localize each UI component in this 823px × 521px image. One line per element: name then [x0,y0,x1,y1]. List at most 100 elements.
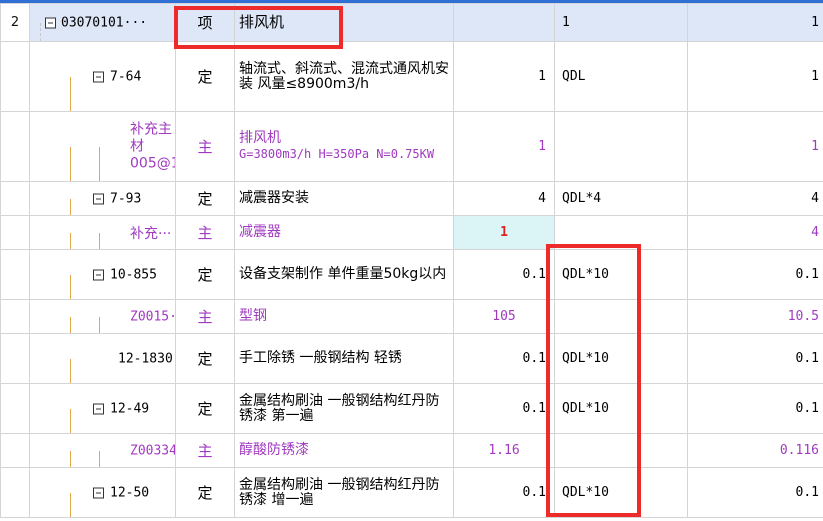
name-cell[interactable]: 手工除锈 一般钢结构 轻锈 [234,333,454,384]
type-cell: 主 [175,215,235,250]
collapse-icon[interactable] [93,487,104,498]
table-row[interactable]: 7-93 定 减震器安装 4 QDL*4 4 [0,181,823,216]
unit-cell[interactable] [554,215,688,250]
code-cell[interactable]: 7-93 [29,181,176,216]
name-cell[interactable]: 减震器 [234,215,454,250]
qty-cell[interactable]: 1 [453,41,555,112]
row-number [0,249,30,300]
table-row[interactable]: 12-50 定 金属结构刷油 一般钢结构红丹防锈漆 增一遍 0.1 QDL*10… [0,467,823,518]
type-cell: 项 [175,3,235,42]
name-cell[interactable]: 排风机 G=3800m3/h H=350Pa N=0.75KW [234,111,454,182]
row-number [0,383,30,434]
qty-cell[interactable]: 1 [453,111,555,182]
total-cell: 0.1 [687,383,823,434]
unit-cell[interactable]: 1 [554,3,688,42]
row-number [0,181,30,216]
name-cell[interactable]: 设备支架制作 单件重量50kg以内 [234,249,454,300]
unit-cell[interactable]: QDL*4 [554,181,688,216]
name-cell[interactable]: 醇酸防锈漆 [234,433,454,468]
code-text: 7-64 [110,69,142,84]
code-cell[interactable]: 12-49 [29,383,176,434]
qty-cell[interactable]: 1 [453,215,555,250]
table-row[interactable]: 12-1830 定 手工除锈 一般钢结构 轻锈 0.1 QDL*10 0.1 [0,333,823,384]
code-cell[interactable]: 补充··· [29,215,176,250]
total-cell: 0.1 [687,333,823,384]
name-cell[interactable]: 金属结构刷油 一般钢结构红丹防锈漆 第一遍 [234,383,454,434]
qty-cell[interactable]: 0.1 [453,249,555,300]
type-cell: 主 [175,111,235,182]
material-name: 排风机 [239,130,281,146]
qty-cell[interactable]: 0.1 [453,333,555,384]
code-cell[interactable]: 12-50 [29,467,176,518]
unit-cell[interactable] [554,111,688,182]
unit-cell[interactable]: QDL*10 [554,467,688,518]
collapse-icon[interactable] [93,193,104,204]
type-cell: 定 [175,333,235,384]
name-cell[interactable]: 型钢 [234,299,454,334]
code-cell[interactable]: 10-855 [29,249,176,300]
total-cell: 1 [687,41,823,112]
total-cell: 1 [687,111,823,182]
row-number [0,215,30,250]
table-row[interactable]: 7-64 定 轴流式、斜流式、混流式通风机安装 风量≤8900m3/h 1 QD… [0,41,823,112]
type-cell: 定 [175,249,235,300]
qty-cell[interactable]: 105 [453,299,555,334]
qty-cell[interactable]: 0.1 [453,383,555,434]
unit-cell[interactable]: QDL [554,41,688,112]
row-number [0,299,30,334]
row-number [0,433,30,468]
qty-cell[interactable]: 4 [453,181,555,216]
table-row[interactable]: 12-49 定 金属结构刷油 一般钢结构红丹防锈漆 第一遍 0.1 QDL*10… [0,383,823,434]
code-text: Z00334 [130,443,176,458]
table-row[interactable]: Z00334 主 醇酸防锈漆 1.16 0.116 [0,433,823,468]
name-cell[interactable]: 金属结构刷油 一般钢结构红丹防锈漆 增一遍 [234,467,454,518]
collapse-icon[interactable] [93,71,104,82]
unit-cell[interactable]: QDL*10 [554,249,688,300]
type-cell: 定 [175,181,235,216]
total-cell: 0.1 [687,249,823,300]
code-cell[interactable]: Z0015··· [29,299,176,334]
unit-cell[interactable]: QDL*10 [554,383,688,434]
type-cell: 定 [175,467,235,518]
table-row[interactable]: 补充··· 主 减震器 1 4 [0,215,823,250]
collapse-icon[interactable] [93,269,104,280]
row-number [0,111,30,182]
unit-cell[interactable] [554,433,688,468]
unit-cell[interactable] [554,299,688,334]
code-cell[interactable]: Z00334 [29,433,176,468]
code-text: 12-50 [110,485,150,500]
code-text: Z0015··· [130,309,176,324]
table-row[interactable]: 补充主材005@1 主 排风机 G=3800m3/h H=350Pa N=0.7… [0,111,823,182]
code-cell[interactable]: 7-64 [29,41,176,112]
material-spec: G=3800m3/h H=350Pa N=0.75KW [239,147,435,161]
qty-cell[interactable]: 1.16 [453,433,555,468]
table-row[interactable]: 2 03070101··· 项 排风机 1 1 [0,3,823,42]
code-text: 7-93 [110,191,142,206]
total-cell: 0.1 [687,467,823,518]
type-cell: 定 [175,41,235,112]
type-cell: 主 [175,433,235,468]
collapse-icon[interactable] [93,403,104,414]
name-cell[interactable]: 轴流式、斜流式、混流式通风机安装 风量≤8900m3/h [234,41,454,112]
qty-cell[interactable] [453,3,555,42]
name-cell[interactable]: 排风机 [234,3,454,42]
qty-cell[interactable]: 0.1 [453,467,555,518]
name-cell[interactable]: 减震器安装 [234,181,454,216]
code-text: 12-49 [110,401,150,416]
total-cell: 4 [687,215,823,250]
type-cell: 定 [175,383,235,434]
code-cell[interactable]: 12-1830 [29,333,176,384]
total-cell: 10.5 [687,299,823,334]
unit-cell[interactable]: QDL*10 [554,333,688,384]
code-text: 10-855 [110,267,157,282]
code-cell[interactable]: 03070101··· [29,3,176,42]
row-number [0,41,30,112]
code-text: 12-1830 [118,351,173,366]
table-row[interactable]: Z0015··· 主 型钢 105 10.5 [0,299,823,334]
row-number [0,333,30,384]
table-row[interactable]: 10-855 定 设备支架制作 单件重量50kg以内 0.1 QDL*10 0.… [0,249,823,300]
code-cell[interactable]: 补充主材005@1 [29,111,176,182]
collapse-icon[interactable] [45,17,56,28]
total-cell: 4 [687,181,823,216]
code-text: 补充··· [130,225,172,242]
